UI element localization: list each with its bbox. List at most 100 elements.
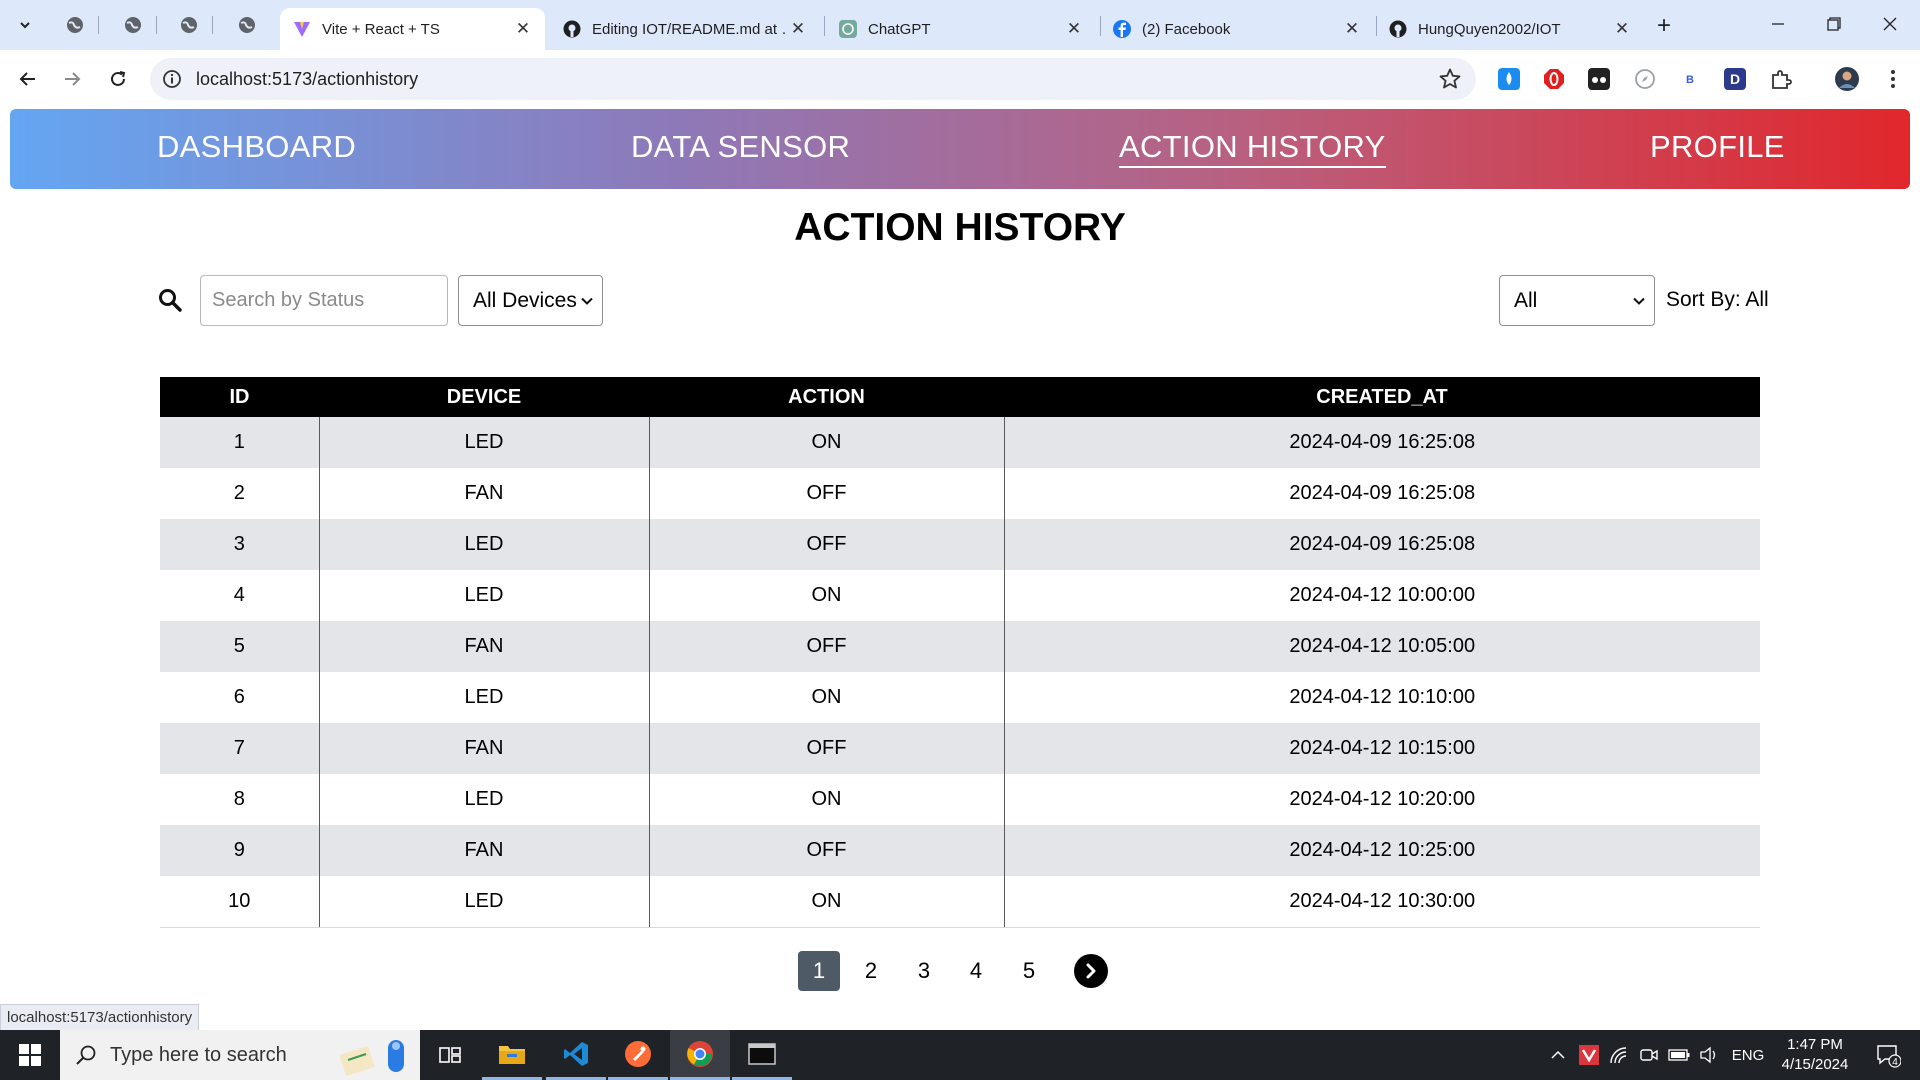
tab-search-icon[interactable] — [12, 12, 38, 38]
tab-github-repo[interactable]: HungQuyen2002/IOT ✕ — [1376, 8, 1644, 50]
page-5-button[interactable]: 5 — [1008, 951, 1050, 991]
column-header-action[interactable]: ACTION — [649, 377, 1004, 417]
chevron-down-icon — [581, 297, 593, 305]
search-input[interactable] — [200, 275, 448, 326]
nav-action-history[interactable]: ACTION HISTORY — [1119, 129, 1386, 168]
taskbar-search-box[interactable]: Type here to search — [60, 1030, 420, 1080]
tab-chatgpt[interactable]: ChatGPT ✕ — [826, 8, 1096, 50]
tray-chevron-up-icon[interactable] — [1546, 1030, 1570, 1080]
extension-compass-icon[interactable] — [1632, 66, 1658, 92]
volume-icon[interactable] — [1696, 1030, 1722, 1080]
extension-drop-icon[interactable] — [1496, 66, 1522, 92]
back-arrow-icon[interactable] — [12, 63, 44, 95]
reload-icon[interactable] — [102, 63, 134, 95]
cell-created-at: 2024-04-12 10:25:00 — [1003, 825, 1760, 876]
cell-action: OFF — [648, 621, 1004, 672]
extension-glasses-icon[interactable] — [1586, 66, 1612, 92]
extension-d-icon[interactable]: D — [1722, 66, 1748, 92]
taskbar-clock[interactable]: 1:47 PM 4/15/2024 — [1770, 1035, 1860, 1075]
new-tab-plus-icon[interactable]: + — [1650, 12, 1678, 40]
cell-id: 5 — [160, 621, 319, 672]
cell-action: ON — [648, 570, 1004, 621]
device-filter-select[interactable]: All Devices — [458, 275, 603, 326]
page-title: ACTION HISTORY — [794, 206, 1126, 249]
meet-now-icon[interactable] — [1636, 1030, 1662, 1080]
table-row: 4 LED ON 2024-04-12 10:00:00 — [160, 570, 1760, 621]
forward-arrow-icon[interactable] — [56, 63, 88, 95]
column-header-device[interactable]: DEVICE — [319, 377, 649, 417]
close-icon[interactable]: ✕ — [788, 19, 808, 39]
column-header-created-at[interactable]: CREATED_AT — [1004, 377, 1760, 417]
language-indicator[interactable]: ENG — [1726, 1030, 1770, 1080]
nav-profile[interactable]: PROFILE — [1650, 129, 1785, 165]
cell-device: FAN — [318, 825, 649, 876]
task-view-icon[interactable] — [420, 1030, 480, 1080]
table-row: 2 FAN OFF 2024-04-09 16:25:08 — [160, 468, 1760, 519]
profile-avatar[interactable] — [1834, 66, 1860, 92]
tab-title: HungQuyen2002/IOT — [1418, 20, 1561, 38]
chevron-down-icon — [1633, 297, 1645, 305]
battery-icon[interactable] — [1666, 1030, 1692, 1080]
svg-text:D: D — [1730, 71, 1740, 87]
terminal-icon[interactable] — [732, 1030, 792, 1080]
cell-id: 2 — [160, 468, 319, 519]
nav-dashboard[interactable]: DASHBOARD — [157, 129, 356, 165]
postman-icon[interactable] — [608, 1030, 668, 1080]
taskbar-search-placeholder: Type here to search — [110, 1044, 287, 1066]
nav-data-sensor[interactable]: DATA SENSOR — [631, 129, 850, 165]
next-page-chevron-icon[interactable] — [1074, 954, 1108, 988]
pinned-tab-globe-icon[interactable] — [60, 10, 90, 40]
page-4-button[interactable]: 4 — [955, 951, 997, 991]
windows-start-icon[interactable] — [0, 1030, 60, 1080]
extension-adblock-icon[interactable] — [1541, 66, 1567, 92]
table-row: 6 LED ON 2024-04-12 10:10:00 — [160, 672, 1760, 723]
chrome-icon[interactable] — [670, 1030, 730, 1080]
tab-github-readme[interactable]: Editing IOT/README.md at … ✕ — [550, 8, 820, 50]
pinned-tab-globe-icon[interactable] — [174, 10, 204, 40]
cell-action: ON — [648, 876, 1004, 928]
extension-b-icon[interactable]: B — [1677, 66, 1703, 92]
network-icon[interactable] — [1606, 1030, 1632, 1080]
file-explorer-icon[interactable] — [482, 1030, 542, 1080]
column-header-id[interactable]: ID — [160, 377, 319, 417]
notification-count: 4 — [1892, 1057, 1898, 1068]
tab-facebook[interactable]: (2) Facebook ✕ — [1100, 8, 1374, 50]
close-icon[interactable]: ✕ — [1612, 19, 1632, 39]
close-icon[interactable]: ✕ — [1342, 19, 1362, 39]
cell-created-at: 2024-04-12 10:30:00 — [1003, 876, 1760, 928]
close-window-icon[interactable] — [1862, 0, 1918, 48]
cell-action: OFF — [648, 519, 1004, 570]
address-bar[interactable]: localhost:5173/actionhistory — [150, 58, 1476, 100]
browser-toolbar: localhost:5173/actionhistory B D — [0, 50, 1920, 108]
table-row: 7 FAN OFF 2024-04-12 10:15:00 — [160, 723, 1760, 774]
cell-action: OFF — [648, 825, 1004, 876]
browser-tab-strip: Vite + React + TS ✕ Editing IOT/README.m… — [0, 0, 1920, 50]
cell-id: 9 — [160, 825, 319, 876]
clock-date: 4/15/2024 — [1781, 1056, 1849, 1073]
tab-vite-react[interactable]: Vite + React + TS ✕ — [280, 8, 545, 50]
sort-by-label: Sort By: All — [1666, 288, 1769, 311]
sort-select[interactable]: All — [1499, 275, 1655, 326]
extensions-puzzle-icon[interactable] — [1768, 66, 1794, 92]
cell-created-at: 2024-04-12 10:20:00 — [1003, 774, 1760, 825]
pinned-tab-globe-icon[interactable] — [232, 10, 262, 40]
table-row: 3 LED OFF 2024-04-09 16:25:08 — [160, 519, 1760, 570]
link-status-bar: localhost:5173/actionhistory — [0, 1004, 200, 1031]
chatgpt-icon — [838, 19, 858, 39]
tray-vivaldi-icon[interactable] — [1576, 1030, 1602, 1080]
pinned-tab-globe-icon[interactable] — [118, 10, 148, 40]
page-1-button[interactable]: 1 — [798, 951, 840, 991]
vscode-icon[interactable] — [546, 1030, 606, 1080]
bookmark-star-icon[interactable] — [1438, 67, 1462, 91]
minimize-icon[interactable] — [1750, 0, 1806, 48]
cell-created-at: 2024-04-12 10:15:00 — [1003, 723, 1760, 774]
action-history-table: ID DEVICE ACTION CREATED_AT 1 LED ON 202… — [160, 377, 1760, 928]
close-icon[interactable]: ✕ — [513, 19, 533, 39]
site-info-icon[interactable] — [162, 69, 182, 89]
browser-menu-icon[interactable] — [1880, 66, 1906, 92]
restore-icon[interactable] — [1806, 0, 1862, 48]
page-3-button[interactable]: 3 — [903, 951, 945, 991]
notification-center-icon[interactable]: 4 — [1866, 1030, 1910, 1080]
close-icon[interactable]: ✕ — [1064, 19, 1084, 39]
page-2-button[interactable]: 2 — [850, 951, 892, 991]
